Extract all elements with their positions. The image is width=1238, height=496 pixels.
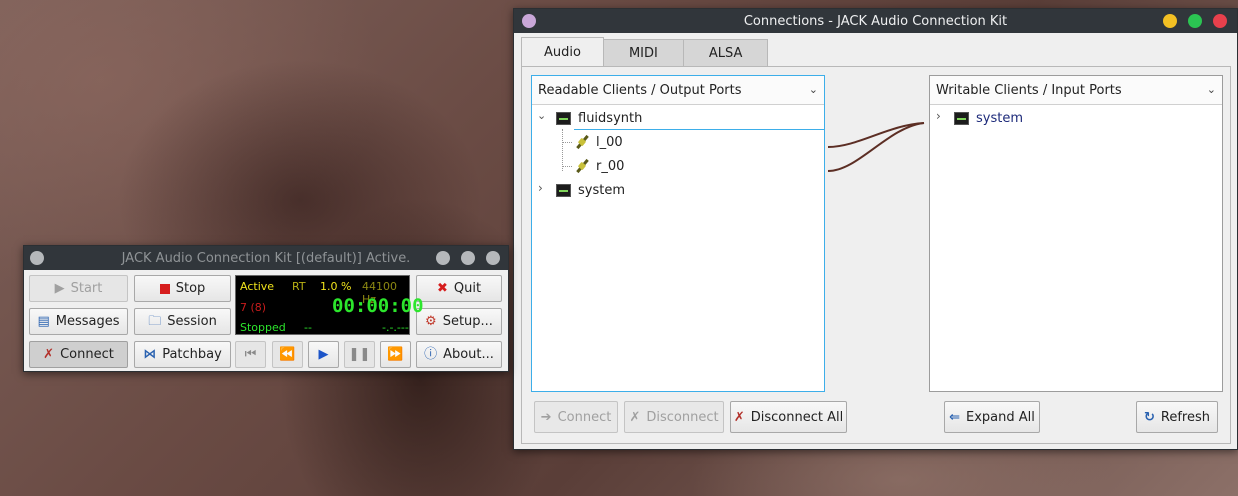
dsp-load: 1.0 % (320, 280, 352, 293)
skip-back-icon: ⏮ (244, 347, 257, 362)
transport-state: Stopped (240, 321, 286, 334)
fast-forward-button[interactable]: ⏩ (380, 341, 411, 368)
selection-line (574, 129, 824, 130)
writable-clients-tree[interactable]: Writable Clients / Input Ports ⌄ › syste… (929, 75, 1223, 392)
jack-titlebar[interactable]: JACK Audio Connection Kit [(default)] Ac… (24, 246, 508, 270)
chevron-down-icon[interactable]: ⌄ (1207, 83, 1216, 96)
expand-all-button[interactable]: ⇐ Expand All (944, 401, 1040, 433)
rewind-icon: ⏪ (279, 347, 296, 362)
session-button[interactable]: 🗀 Session (134, 308, 231, 335)
expand-arrow-icon[interactable]: › (936, 109, 941, 123)
folder-icon: 🗀 (148, 314, 162, 329)
rewind-button[interactable]: ⏪ (272, 341, 303, 368)
window-title: JACK Audio Connection Kit [(default)] Ac… (121, 250, 411, 266)
connect-button[interactable]: ✗ Connect (29, 341, 128, 368)
rewind-start-button[interactable]: ⏮ (235, 341, 266, 368)
setup-button[interactable]: ⚙ Setup... (416, 308, 502, 335)
tab-audio[interactable]: Audio (521, 37, 604, 67)
stop-icon (159, 283, 170, 294)
writable-clients-header[interactable]: Writable Clients / Input Ports ⌄ (930, 76, 1222, 105)
transport-time: 00:00:00 (332, 295, 424, 317)
tree-guide (562, 166, 572, 167)
about-button[interactable]: ⓘ About... (416, 341, 502, 368)
port-name: r_00 (596, 158, 625, 174)
fast-forward-icon: ⏩ (387, 347, 404, 362)
patchbay-icon: ⋈ (143, 347, 157, 362)
close-icon[interactable] (486, 251, 500, 265)
tab-midi[interactable]: MIDI (602, 39, 684, 67)
refresh-icon: ↻ (1144, 409, 1155, 425)
connect-icon: ✗ (43, 347, 55, 362)
connections-window: Connections - JACK Audio Connection Kit … (513, 8, 1238, 450)
window-title: Connections - JACK Audio Connection Kit (743, 13, 1008, 29)
audio-port-icon (574, 134, 590, 150)
readable-clients-tree[interactable]: Readable Clients / Output Ports ⌄ ⌄ flui… (531, 75, 825, 392)
client-name: system (578, 183, 625, 198)
play-icon: ▶ (54, 281, 65, 296)
client-name: fluidsynth (578, 111, 643, 126)
maximize-icon[interactable] (461, 251, 475, 265)
start-button[interactable]: ▶ Start (29, 275, 128, 302)
readable-clients-header[interactable]: Readable Clients / Output Ports ⌄ (532, 76, 824, 105)
tab-alsa[interactable]: ALSA (682, 39, 769, 67)
info-icon: ⓘ (424, 347, 438, 362)
jack-main-window: JACK Audio Connection Kit [(default)] Ac… (23, 245, 509, 372)
tree-guide (562, 142, 572, 143)
disconnect-all-icon: ✗ (733, 409, 745, 425)
tab-bar: Audio MIDI ALSA (521, 37, 769, 67)
window-menu-icon[interactable] (522, 14, 536, 28)
connect-button[interactable]: ➔ Connect (534, 401, 618, 433)
window-menu-icon[interactable] (30, 251, 44, 265)
stop-button[interactable]: Stop (134, 275, 231, 302)
xrun-count: 7 (8) (240, 301, 267, 314)
audio-port-icon (574, 158, 590, 174)
disconnect-all-button[interactable]: ✗ Disconnect All (730, 401, 847, 433)
quit-button[interactable]: ✖ Quit (416, 275, 502, 302)
pause-icon: ❚❚ (348, 347, 371, 362)
refresh-button[interactable]: ↻ Refresh (1136, 401, 1218, 433)
maximize-icon[interactable] (1188, 14, 1202, 28)
minimize-icon[interactable] (436, 251, 450, 265)
bbt-display: -.-.--- (382, 321, 409, 334)
plug-icon: ➔ (540, 409, 552, 425)
audio-tab-panel: Readable Clients / Output Ports ⌄ ⌄ flui… (521, 66, 1231, 444)
client-icon (556, 112, 571, 125)
server-status: Active (240, 280, 275, 293)
chevron-down-icon[interactable]: ⌄ (809, 83, 818, 96)
quit-icon: ✖ (436, 281, 448, 296)
unplug-icon: ✗ (629, 409, 641, 425)
realtime-indicator: RT (292, 280, 306, 293)
status-display[interactable]: Active RT 1.0 % 44100 Hz 7 (8) 00:00:00 … (235, 275, 424, 335)
pause-button[interactable]: ❚❚ (344, 341, 375, 368)
patchbay-button[interactable]: ⋈ Patchbay (134, 341, 231, 368)
play-icon: ▶ (318, 347, 329, 362)
expand-arrow-icon[interactable]: › (538, 181, 543, 195)
transport-extra: -- (304, 321, 312, 334)
tree-guide (562, 129, 563, 171)
client-name: system (976, 111, 1023, 126)
close-icon[interactable] (1213, 14, 1227, 28)
client-icon (556, 184, 571, 197)
collapse-arrow-icon[interactable]: ⌄ (537, 109, 546, 122)
messages-button[interactable]: ▤ Messages (29, 308, 128, 335)
port-row-l00[interactable]: l_00 (574, 131, 623, 153)
messages-icon: ▤ (37, 314, 50, 329)
connections-titlebar[interactable]: Connections - JACK Audio Connection Kit (514, 9, 1237, 33)
play-button[interactable]: ▶ (308, 341, 339, 368)
minimize-icon[interactable] (1163, 14, 1177, 28)
port-name: l_00 (596, 134, 623, 150)
port-row-r00[interactable]: r_00 (574, 155, 624, 177)
connection-wires-view (828, 122, 925, 172)
client-icon (954, 112, 969, 125)
setup-icon: ⚙ (425, 314, 437, 329)
expand-all-icon: ⇐ (949, 409, 961, 425)
connection-wire-r00 (828, 122, 925, 172)
disconnect-button[interactable]: ✗ Disconnect (624, 401, 724, 433)
